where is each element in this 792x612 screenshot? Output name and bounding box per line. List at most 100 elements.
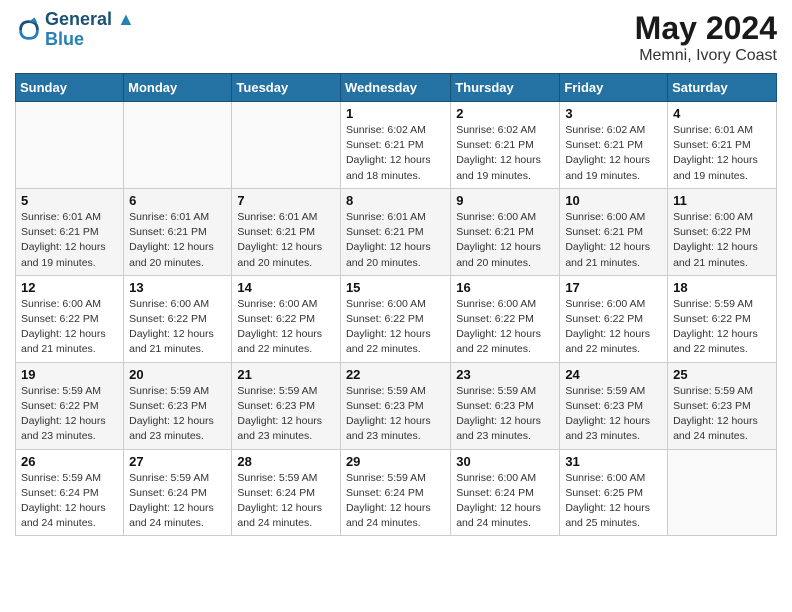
header: General ▲ Blue May 2024 Memni, Ivory Coa… xyxy=(15,10,777,65)
weekday-header: Saturday xyxy=(668,74,777,102)
day-info: Sunrise: 5:59 AMSunset: 6:24 PMDaylight:… xyxy=(237,471,335,532)
day-number: 1 xyxy=(346,106,445,121)
day-number: 27 xyxy=(129,454,226,469)
day-info: Sunrise: 6:00 AMSunset: 6:24 PMDaylight:… xyxy=(456,471,554,532)
calendar-body: 1 Sunrise: 6:02 AMSunset: 6:21 PMDaylight… xyxy=(16,102,777,536)
day-number: 16 xyxy=(456,280,554,295)
weekday-header: Sunday xyxy=(16,74,124,102)
calendar-cell: 25 Sunrise: 5:59 AMSunset: 6:23 PMDayligh… xyxy=(668,362,777,449)
day-info: Sunrise: 6:00 AMSunset: 6:21 PMDaylight:… xyxy=(456,210,554,271)
day-number: 24 xyxy=(565,367,662,382)
day-info: Sunrise: 6:00 AMSunset: 6:22 PMDaylight:… xyxy=(673,210,771,271)
day-info: Sunrise: 6:00 AMSunset: 6:22 PMDaylight:… xyxy=(346,297,445,358)
day-info: Sunrise: 5:59 AMSunset: 6:22 PMDaylight:… xyxy=(21,384,118,445)
calendar-cell: 8 Sunrise: 6:01 AMSunset: 6:21 PMDaylight… xyxy=(340,188,450,275)
day-number: 4 xyxy=(673,106,771,121)
month-title: May 2024 xyxy=(635,10,777,47)
calendar-week-row: 1 Sunrise: 6:02 AMSunset: 6:21 PMDaylight… xyxy=(16,102,777,189)
day-info: Sunrise: 5:59 AMSunset: 6:23 PMDaylight:… xyxy=(456,384,554,445)
calendar-cell: 1 Sunrise: 6:02 AMSunset: 6:21 PMDaylight… xyxy=(340,102,450,189)
calendar-cell: 20 Sunrise: 5:59 AMSunset: 6:23 PMDayligh… xyxy=(124,362,232,449)
day-number: 25 xyxy=(673,367,771,382)
day-number: 15 xyxy=(346,280,445,295)
day-number: 14 xyxy=(237,280,335,295)
location-title: Memni, Ivory Coast xyxy=(635,47,777,65)
calendar-cell xyxy=(668,449,777,536)
calendar-cell: 28 Sunrise: 5:59 AMSunset: 6:24 PMDayligh… xyxy=(232,449,341,536)
day-number: 3 xyxy=(565,106,662,121)
day-info: Sunrise: 6:01 AMSunset: 6:21 PMDaylight:… xyxy=(21,210,118,271)
day-info: Sunrise: 6:00 AMSunset: 6:22 PMDaylight:… xyxy=(456,297,554,358)
day-number: 26 xyxy=(21,454,118,469)
day-number: 12 xyxy=(21,280,118,295)
day-info: Sunrise: 6:01 AMSunset: 6:21 PMDaylight:… xyxy=(129,210,226,271)
day-info: Sunrise: 5:59 AMSunset: 6:23 PMDaylight:… xyxy=(565,384,662,445)
day-number: 31 xyxy=(565,454,662,469)
day-info: Sunrise: 6:01 AMSunset: 6:21 PMDaylight:… xyxy=(346,210,445,271)
calendar-cell xyxy=(16,102,124,189)
day-info: Sunrise: 5:59 AMSunset: 6:24 PMDaylight:… xyxy=(346,471,445,532)
day-number: 18 xyxy=(673,280,771,295)
day-number: 23 xyxy=(456,367,554,382)
logo-text: General ▲ Blue xyxy=(45,10,135,50)
day-info: Sunrise: 5:59 AMSunset: 6:23 PMDaylight:… xyxy=(129,384,226,445)
calendar-week-row: 26 Sunrise: 5:59 AMSunset: 6:24 PMDayligh… xyxy=(16,449,777,536)
calendar-cell: 29Sunrise: 5:59 AMSunset: 6:24 PMDayligh… xyxy=(340,449,450,536)
calendar-cell: 18 Sunrise: 5:59 AMSunset: 6:22 PMDayligh… xyxy=(668,275,777,362)
calendar-cell xyxy=(124,102,232,189)
calendar-cell: 19Sunrise: 5:59 AMSunset: 6:22 PMDayligh… xyxy=(16,362,124,449)
day-number: 20 xyxy=(129,367,226,382)
day-info: Sunrise: 6:02 AMSunset: 6:21 PMDaylight:… xyxy=(565,123,662,184)
day-info: Sunrise: 6:00 AMSunset: 6:22 PMDaylight:… xyxy=(129,297,226,358)
calendar-cell: 12 Sunrise: 6:00 AMSunset: 6:22 PMDayligh… xyxy=(16,275,124,362)
day-info: Sunrise: 5:59 AMSunset: 6:24 PMDaylight:… xyxy=(129,471,226,532)
day-info: Sunrise: 6:02 AMSunset: 6:21 PMDaylight:… xyxy=(346,123,445,184)
calendar-cell xyxy=(232,102,341,189)
calendar-cell: 30 Sunrise: 6:00 AMSunset: 6:24 PMDayligh… xyxy=(451,449,560,536)
calendar-cell: 3 Sunrise: 6:02 AMSunset: 6:21 PMDaylight… xyxy=(560,102,668,189)
day-number: 2 xyxy=(456,106,554,121)
calendar-cell: 13 Sunrise: 6:00 AMSunset: 6:22 PMDayligh… xyxy=(124,275,232,362)
calendar-cell: 17 Sunrise: 6:00 AMSunset: 6:22 PMDayligh… xyxy=(560,275,668,362)
calendar-cell: 23 Sunrise: 5:59 AMSunset: 6:23 PMDayligh… xyxy=(451,362,560,449)
calendar-week-row: 19Sunrise: 5:59 AMSunset: 6:22 PMDayligh… xyxy=(16,362,777,449)
day-number: 9 xyxy=(456,193,554,208)
day-number: 13 xyxy=(129,280,226,295)
calendar-cell: 7Sunrise: 6:01 AMSunset: 6:21 PMDaylight… xyxy=(232,188,341,275)
calendar-week-row: 12 Sunrise: 6:00 AMSunset: 6:22 PMDayligh… xyxy=(16,275,777,362)
weekday-header: Wednesday xyxy=(340,74,450,102)
day-info: Sunrise: 6:01 AMSunset: 6:21 PMDaylight:… xyxy=(237,210,335,271)
calendar-cell: 11 Sunrise: 6:00 AMSunset: 6:22 PMDayligh… xyxy=(668,188,777,275)
calendar-cell: 15 Sunrise: 6:00 AMSunset: 6:22 PMDayligh… xyxy=(340,275,450,362)
calendar-table: SundayMondayTuesdayWednesdayThursdayFrid… xyxy=(15,73,777,536)
day-number: 8 xyxy=(346,193,445,208)
title-block: May 2024 Memni, Ivory Coast xyxy=(635,10,777,65)
day-number: 11 xyxy=(673,193,771,208)
weekday-header: Monday xyxy=(124,74,232,102)
day-number: 22 xyxy=(346,367,445,382)
day-info: Sunrise: 6:00 AMSunset: 6:22 PMDaylight:… xyxy=(21,297,118,358)
calendar-cell: 31 Sunrise: 6:00 AMSunset: 6:25 PMDayligh… xyxy=(560,449,668,536)
day-number: 5 xyxy=(21,193,118,208)
calendar-cell: 27 Sunrise: 5:59 AMSunset: 6:24 PMDayligh… xyxy=(124,449,232,536)
day-info: Sunrise: 5:59 AMSunset: 6:22 PMDaylight:… xyxy=(673,297,771,358)
weekday-header: Tuesday xyxy=(232,74,341,102)
day-info: Sunrise: 6:02 AMSunset: 6:21 PMDaylight:… xyxy=(456,123,554,184)
day-info: Sunrise: 6:00 AMSunset: 6:22 PMDaylight:… xyxy=(565,297,662,358)
calendar-cell: 4Sunrise: 6:01 AMSunset: 6:21 PMDaylight… xyxy=(668,102,777,189)
day-number: 30 xyxy=(456,454,554,469)
day-number: 10 xyxy=(565,193,662,208)
calendar-cell: 10 Sunrise: 6:00 AMSunset: 6:21 PMDayligh… xyxy=(560,188,668,275)
day-number: 21 xyxy=(237,367,335,382)
calendar-cell: 21 Sunrise: 5:59 AMSunset: 6:23 PMDayligh… xyxy=(232,362,341,449)
day-number: 28 xyxy=(237,454,335,469)
calendar-week-row: 5 Sunrise: 6:01 AMSunset: 6:21 PMDaylight… xyxy=(16,188,777,275)
day-info: Sunrise: 6:00 AMSunset: 6:25 PMDaylight:… xyxy=(565,471,662,532)
day-info: Sunrise: 5:59 AMSunset: 6:23 PMDaylight:… xyxy=(237,384,335,445)
calendar-cell: 26Sunrise: 5:59 AMSunset: 6:24 PMDayligh… xyxy=(16,449,124,536)
calendar-cell: 14Sunrise: 6:00 AMSunset: 6:22 PMDayligh… xyxy=(232,275,341,362)
day-info: Sunrise: 5:59 AMSunset: 6:23 PMDaylight:… xyxy=(673,384,771,445)
day-number: 17 xyxy=(565,280,662,295)
day-info: Sunrise: 6:00 AMSunset: 6:21 PMDaylight:… xyxy=(565,210,662,271)
calendar-cell: 6Sunrise: 6:01 AMSunset: 6:21 PMDaylight… xyxy=(124,188,232,275)
